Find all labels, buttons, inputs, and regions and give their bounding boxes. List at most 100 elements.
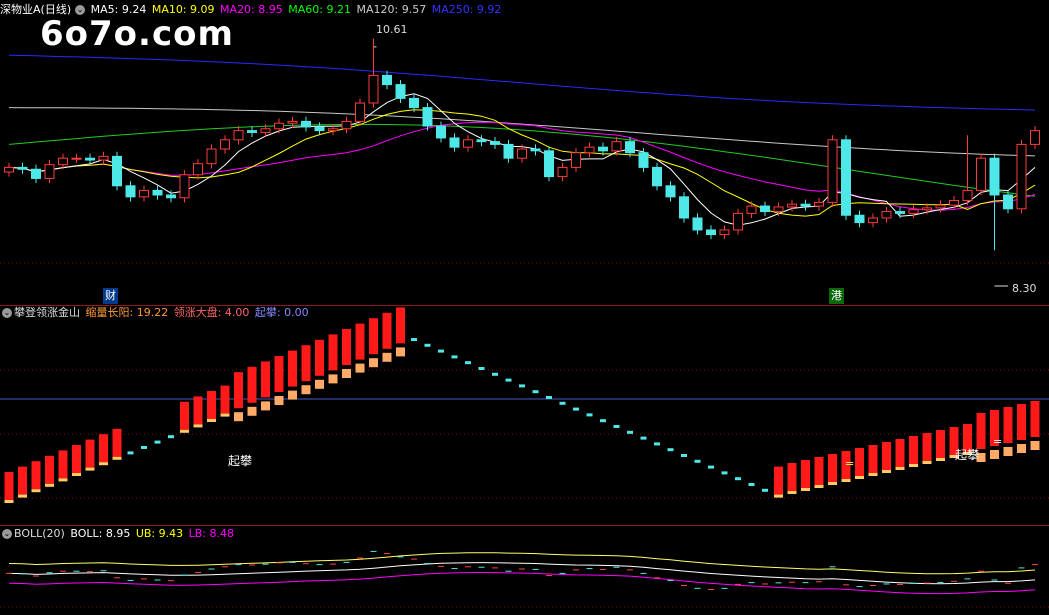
signal-base: [58, 478, 68, 482]
trend-dot: [627, 430, 633, 434]
candle-down: [544, 150, 554, 178]
trend-dot: [586, 413, 593, 417]
signal-bar: [774, 466, 783, 495]
candle-up: [71, 157, 82, 160]
signal-label: 起攀: [955, 448, 980, 462]
signal-base: [355, 363, 365, 373]
signal-base: [369, 358, 378, 368]
signal-bar: [355, 323, 365, 360]
signal-bar: [895, 439, 905, 467]
trend-dot: [438, 349, 444, 353]
candle-up: [814, 201, 824, 207]
candle-down: [112, 155, 122, 187]
signal-base: [261, 401, 270, 411]
signal-base: [207, 419, 216, 422]
dropdown-icon[interactable]: ⌄: [75, 5, 86, 15]
candle-up: [827, 139, 838, 203]
signal-base: [45, 483, 54, 487]
signal-base: [180, 429, 189, 433]
dropdown-icon[interactable]: ⌄: [2, 529, 12, 539]
signal-base: [1003, 447, 1013, 456]
boll-panel-header: ⌄ BOLL(20) BOLL: 8.95 UB: 9.43 LB: 8.48: [0, 526, 236, 542]
signal-bar: [288, 350, 297, 387]
candle-up: [908, 209, 919, 214]
trend-dot: [762, 488, 768, 492]
signal-bar: [31, 461, 41, 490]
signal-base: [18, 494, 27, 498]
candle-down: [530, 148, 541, 152]
signal-bar: [193, 396, 203, 425]
signal-bar: [207, 391, 216, 419]
boll-label: LB: 8.48: [188, 527, 234, 540]
candle-up: [746, 205, 757, 214]
eq-label: =: [845, 457, 855, 470]
candle-up: [368, 74, 379, 104]
trend-dot: [667, 448, 674, 452]
event-marker-gang[interactable]: 港: [829, 288, 844, 304]
candle-down: [503, 143, 514, 159]
candle-up: [355, 102, 365, 122]
candle-up: [976, 157, 986, 191]
signal-bar: [828, 454, 837, 482]
signal-bar: [4, 472, 14, 500]
candle-down: [436, 125, 446, 139]
signal-base: [868, 473, 878, 476]
sub-indicator-label: 缩量长阳: 19.22: [85, 306, 169, 319]
main-panel-header: 深物业A(日线) ⌄ MA5: 9.24 MA10: 9.09 MA20: 8.9…: [0, 2, 503, 18]
signal-bar: [922, 433, 932, 461]
low-price-label: 8.30: [1012, 282, 1037, 295]
candle-down: [989, 157, 1000, 196]
sub-indicator-label: 起攀: 0.00: [254, 306, 309, 319]
signal-bar: [220, 385, 230, 414]
signal-base: [4, 500, 14, 503]
signal-bar: [315, 339, 324, 376]
candle-up: [962, 189, 973, 202]
ma10-line: [8, 109, 1036, 217]
trend-dot: [127, 451, 134, 455]
trend-dot: [546, 396, 552, 399]
candle-up: [328, 128, 338, 132]
candle-up: [719, 229, 730, 236]
signal-bar: [247, 366, 257, 403]
candle-down: [490, 141, 500, 145]
trend-dot: [708, 465, 714, 469]
candle-down: [1003, 194, 1013, 210]
event-marker-cai[interactable]: 财: [103, 288, 118, 304]
trend-dot: [681, 454, 687, 457]
candle-up: [139, 189, 149, 198]
trend-dot: [505, 378, 512, 382]
signal-bar: [301, 345, 311, 382]
candle-up: [1016, 143, 1027, 210]
ma-label: MA20: 8.95: [220, 3, 283, 16]
signal-base: [895, 467, 905, 470]
candle-up: [881, 211, 892, 219]
candle-up: [571, 152, 581, 168]
dropdown-icon[interactable]: ⌄: [2, 308, 12, 318]
candle-up: [584, 146, 595, 154]
candle-down: [166, 194, 176, 199]
signal-bar: [976, 413, 986, 449]
signal-base: [193, 424, 203, 428]
trend-dot: [694, 459, 701, 463]
ma-label: MA60: 9.21: [288, 3, 351, 16]
candle-down: [31, 168, 41, 179]
signal-bar: [342, 329, 351, 365]
candle-up: [220, 139, 230, 150]
signal-base: [220, 413, 230, 417]
signal-bar: [1030, 401, 1040, 437]
candle-up: [868, 217, 878, 224]
candle-up: [341, 120, 352, 130]
signal-bar: [72, 445, 81, 473]
candle-up: [463, 139, 473, 148]
signal-bar: [936, 430, 945, 458]
trend-dot: [654, 442, 660, 446]
signal-bar: [814, 457, 824, 485]
candle-down: [895, 211, 905, 214]
signal-base: [1030, 441, 1040, 450]
signal-base: [301, 385, 311, 395]
candle-up: [922, 207, 932, 211]
candle-up: [179, 174, 190, 199]
signal-base: [936, 458, 945, 461]
candle-down: [692, 217, 703, 231]
trend-dot: [748, 483, 755, 486]
